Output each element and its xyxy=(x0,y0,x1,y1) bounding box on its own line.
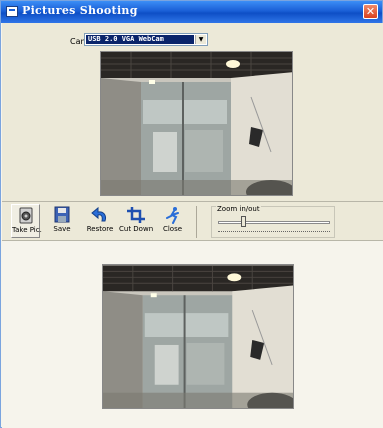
window-title: Pictures Shooting xyxy=(22,4,138,17)
webcam-frame-image xyxy=(101,52,292,195)
chevron-down-icon[interactable]: ▼ xyxy=(195,35,206,44)
close-button[interactable]: Close xyxy=(159,204,186,238)
zoom-group: Zoom in/out xyxy=(211,205,335,238)
camera-select[interactable]: USB 2.0 VGA WebCam ▼ xyxy=(84,33,208,46)
window-app-icon xyxy=(6,6,18,17)
restore-button[interactable]: Restore xyxy=(86,204,114,238)
live-preview-panel: Camera USB 2.0 VGA WebCam ▼ xyxy=(2,23,383,201)
camera-selected-value: USB 2.0 VGA WebCam xyxy=(86,35,194,44)
captured-picture-panel xyxy=(2,241,383,428)
running-man-icon xyxy=(163,206,183,224)
undo-arrow-icon xyxy=(90,206,110,224)
cut-down-label: Cut Down xyxy=(119,225,154,233)
take-pic-button[interactable]: Take Pic. xyxy=(11,204,42,238)
cut-down-button[interactable]: Cut Down xyxy=(119,204,153,238)
zoom-slider-track[interactable] xyxy=(218,221,330,224)
captured-picture-view xyxy=(102,264,294,409)
toolbar-separator xyxy=(196,206,197,238)
save-button[interactable]: Save xyxy=(49,204,75,238)
zoom-slider-thumb[interactable] xyxy=(240,216,246,227)
take-pic-label: Take Pic. xyxy=(12,226,42,234)
zoom-slider-ticks xyxy=(218,229,330,232)
save-label: Save xyxy=(53,225,71,233)
close-label: Close xyxy=(162,225,183,233)
live-camera-view xyxy=(100,51,293,196)
zoom-label: Zoom in/out xyxy=(216,205,261,213)
title-bar[interactable]: Pictures Shooting ✕ xyxy=(1,1,382,23)
restore-label: Restore xyxy=(86,225,114,233)
toolbar: Take Pic. Save Restore Cut Down Close Zo… xyxy=(2,201,383,241)
floppy-disk-icon xyxy=(52,206,72,224)
pictures-shooting-window: Pictures Shooting ✕ Camera USB 2.0 VGA W… xyxy=(0,0,383,428)
camera-icon xyxy=(16,207,36,225)
captured-frame-image xyxy=(103,265,293,408)
crop-icon xyxy=(126,206,146,224)
close-window-button[interactable]: ✕ xyxy=(363,4,378,19)
